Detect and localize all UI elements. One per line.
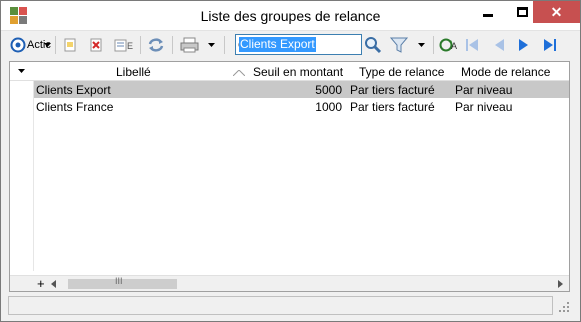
- row-selector-column: [10, 81, 34, 271]
- actions-button[interactable]: Actic: [10, 34, 51, 56]
- search-icon: [365, 37, 382, 54]
- column-header-type[interactable]: Type de relance: [359, 65, 444, 79]
- title-bar: Liste des groupes de relance ✕: [1, 1, 580, 31]
- cell-seuil: 1000: [315, 100, 342, 114]
- resize-grip-icon[interactable]: [559, 302, 570, 313]
- svg-text:E: E: [127, 41, 133, 51]
- data-grid: Libellé Seuil en montant Type de relance…: [9, 61, 570, 292]
- new-icon: [64, 38, 76, 52]
- toolbar-separator: [224, 36, 225, 54]
- chevron-down-icon[interactable]: [418, 42, 425, 48]
- close-button[interactable]: ✕: [533, 1, 580, 23]
- properties-icon: E: [114, 39, 133, 52]
- scrollbar-thumb[interactable]: III: [68, 276, 177, 289]
- toolbar: Actic E Clients Export Clients Export A: [2, 32, 579, 58]
- maximize-icon: [516, 7, 528, 17]
- first-record-button[interactable]: [464, 34, 480, 56]
- cell-mode: Par niveau: [455, 100, 513, 114]
- table-row[interactable]: Clients France 1000 Par tiers facturé Pa…: [34, 98, 569, 115]
- column-header-libelle[interactable]: Libellé: [116, 65, 151, 79]
- auto-button[interactable]: A: [439, 34, 459, 56]
- close-icon: ✕: [550, 3, 563, 20]
- cell-libelle: Clients France: [36, 100, 114, 114]
- delete-button[interactable]: [88, 34, 104, 56]
- status-bar: [8, 296, 573, 316]
- filter-button[interactable]: [390, 34, 425, 56]
- first-icon: [466, 39, 478, 51]
- row-menu-chevron-icon[interactable]: [18, 69, 25, 74]
- toolbar-separator: [55, 36, 56, 54]
- add-row-button[interactable]: +: [37, 276, 45, 291]
- search-input-selection: Clients Export: [239, 37, 316, 52]
- table-row[interactable]: Clients Export 5000 Par tiers facturé Pa…: [34, 81, 569, 98]
- last-icon: [544, 39, 556, 51]
- cell-seuil: 5000: [315, 83, 342, 97]
- delete-icon: [90, 38, 102, 52]
- print-button[interactable]: [180, 34, 215, 56]
- chevron-down-icon[interactable]: [208, 42, 215, 48]
- cell-type: Par tiers facturé: [350, 100, 435, 114]
- minimize-icon: [483, 13, 493, 17]
- status-pane: [8, 296, 553, 315]
- auto-icon: A: [439, 38, 457, 52]
- cell-libelle: Clients Export: [36, 83, 111, 97]
- window: Liste des groupes de relance ✕ Actic E C…: [0, 0, 581, 322]
- toolbar-separator: [433, 36, 434, 54]
- column-header-row: Libellé Seuil en montant Type de relance…: [10, 62, 569, 81]
- column-header-seuil[interactable]: Seuil en montant: [253, 65, 343, 79]
- search-button[interactable]: [364, 34, 382, 56]
- minimize-button[interactable]: [471, 1, 505, 23]
- actions-icon: [10, 37, 26, 53]
- scroll-left-icon[interactable]: [51, 280, 56, 288]
- new-button[interactable]: [62, 34, 78, 56]
- sort-ascending-icon: [233, 70, 245, 76]
- scrollbar-grip: III: [115, 276, 123, 286]
- toolbar-separator: [140, 36, 141, 54]
- next-record-button[interactable]: [517, 34, 531, 56]
- cell-mode: Par niveau: [455, 83, 513, 97]
- last-record-button[interactable]: [542, 34, 558, 56]
- column-header-mode[interactable]: Mode de relance: [461, 65, 550, 79]
- chevron-down-icon: [43, 43, 51, 47]
- cell-type: Par tiers facturé: [350, 83, 435, 97]
- refresh-button[interactable]: [147, 34, 165, 56]
- next-icon: [519, 39, 528, 51]
- previous-icon: [495, 39, 504, 51]
- refresh-icon: [148, 38, 164, 52]
- search-field[interactable]: Clients Export: [235, 34, 362, 55]
- print-icon: [180, 37, 199, 53]
- horizontal-scrollbar[interactable]: + III: [10, 275, 569, 291]
- scroll-right-icon[interactable]: [558, 280, 563, 288]
- previous-record-button[interactable]: [492, 34, 506, 56]
- toolbar-separator: [172, 36, 173, 54]
- svg-text:A: A: [451, 41, 457, 51]
- properties-button[interactable]: E: [114, 34, 136, 56]
- filter-icon: [390, 37, 408, 53]
